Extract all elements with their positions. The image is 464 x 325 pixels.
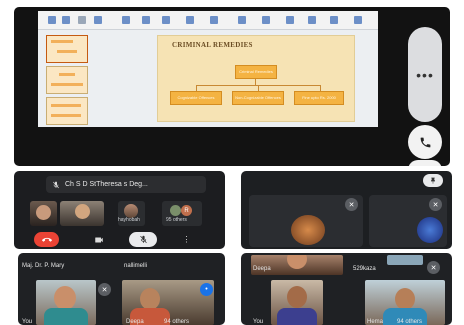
- end-call-button[interactable]: [34, 232, 59, 247]
- more-vert-icon: •••: [416, 66, 434, 83]
- participant-name: You: [22, 319, 33, 325]
- participant-name: Deepa: [253, 266, 271, 272]
- participant-name: Hema: [367, 319, 384, 325]
- participant-face: [287, 286, 307, 308]
- ribbon-icon: [142, 16, 150, 24]
- ribbon-icon: [78, 16, 86, 24]
- participant-tile[interactable]: ✕: [369, 195, 447, 247]
- diagram-root-node: Criminal Remedies: [235, 65, 277, 79]
- participant-name: 529kaza: [353, 266, 376, 272]
- participant-video[interactable]: [387, 255, 423, 265]
- meet-grid-panel: ✕ ✕: [241, 171, 452, 249]
- others-count: 94 others: [164, 319, 190, 325]
- mic-off-icon: [139, 235, 147, 244]
- pin-button[interactable]: [423, 174, 443, 187]
- meeting-name: Ch S D StTheresa s Deg...: [65, 181, 148, 188]
- ribbon-icon: [238, 16, 246, 24]
- avatar: R: [181, 205, 192, 216]
- participant-video[interactable]: [36, 280, 96, 325]
- participant-face: [140, 288, 160, 310]
- others-count: 95 others: [166, 217, 187, 223]
- slide-thumbnail[interactable]: [46, 97, 88, 125]
- diagram-node: Fine upto Rs. 2000: [294, 91, 344, 105]
- ribbon: [38, 11, 378, 30]
- ribbon-icon: [62, 16, 70, 24]
- slide-title: CRIMINAL REMEDIES: [172, 41, 253, 49]
- mic-off-icon: ✕: [429, 198, 442, 211]
- pin-icon: [431, 177, 435, 184]
- avatar: [170, 205, 181, 216]
- more-vert-icon: ⋮: [182, 235, 191, 244]
- meeting-banner: Ch S D StTheresa s Deg...: [46, 176, 206, 193]
- participant-name: nallimelli: [124, 263, 148, 269]
- meet-grid-panel: Maj. Dr. P. Mary nallimelli ✕ • You Deep…: [18, 253, 225, 325]
- others-count: 94 others: [397, 319, 423, 325]
- more-options-button[interactable]: •••: [408, 27, 442, 122]
- camera-button[interactable]: [86, 232, 111, 247]
- avatar: [291, 215, 325, 245]
- meet-call-panel: Ch S D StTheresa s Deg... hayhobah R 95 …: [14, 171, 225, 249]
- mic-icon: •: [200, 283, 213, 296]
- participant-face: [75, 204, 90, 219]
- participant-face: [287, 255, 307, 269]
- ribbon-icon: [286, 16, 294, 24]
- mic-off-icon: ✕: [345, 198, 358, 211]
- ribbon-icon: [354, 16, 362, 24]
- video-icon: [94, 237, 103, 242]
- participant-tile[interactable]: [60, 201, 104, 226]
- participant-video[interactable]: [271, 280, 323, 325]
- call-button[interactable]: [408, 125, 442, 159]
- phone-icon: [420, 137, 430, 147]
- participant-name: You: [253, 319, 264, 325]
- ribbon-icon: [210, 16, 218, 24]
- participant-face: [36, 205, 51, 220]
- phone-icon: [41, 237, 52, 242]
- more-options-button[interactable]: ⋮: [174, 232, 199, 247]
- participant-face: [54, 286, 76, 310]
- ribbon-icon: [308, 16, 316, 24]
- diagram-node: Non-Cognizable Offences: [232, 91, 284, 105]
- mic-off-icon: ✕: [427, 261, 440, 274]
- current-slide: CRIMINAL REMEDIES Criminal Remedies Cogn…: [158, 36, 354, 121]
- participant-tile[interactable]: [30, 201, 57, 226]
- ribbon-icon: [262, 16, 270, 24]
- ribbon-icon: [94, 16, 102, 24]
- participant-face: [395, 288, 415, 310]
- mic-off-icon: [53, 181, 59, 188]
- avatar: [417, 217, 443, 243]
- shared-screen: CRIMINAL REMEDIES Criminal Remedies Cogn…: [14, 7, 450, 166]
- mic-off-icon: ✕: [98, 283, 111, 296]
- ribbon-icon: [48, 16, 56, 24]
- powerpoint-window: CRIMINAL REMEDIES Criminal Remedies Cogn…: [38, 11, 378, 127]
- ribbon-icon: [162, 16, 170, 24]
- participant-tile[interactable]: ✕: [249, 195, 363, 247]
- meet-grid-panel: Deepa 529kaza ✕ You Hema 94 others: [241, 253, 452, 325]
- participant-name: Maj. Dr. P. Mary: [22, 263, 65, 269]
- secondary-button[interactable]: [408, 160, 442, 166]
- ribbon-icon: [330, 16, 338, 24]
- diagram-node: Cognizable Offences: [170, 91, 222, 105]
- ribbon-icon: [186, 16, 194, 24]
- participant-video[interactable]: [251, 255, 343, 275]
- slide-thumbnail[interactable]: [46, 66, 88, 94]
- microphone-button[interactable]: [129, 232, 157, 247]
- participant-name: Deepa: [126, 319, 144, 325]
- participant-name: hayhobah: [118, 217, 140, 223]
- ribbon-icon: [122, 16, 130, 24]
- slide-thumbnail[interactable]: [46, 35, 88, 63]
- avatar: [124, 204, 138, 218]
- slide-thumbnails: [42, 33, 92, 127]
